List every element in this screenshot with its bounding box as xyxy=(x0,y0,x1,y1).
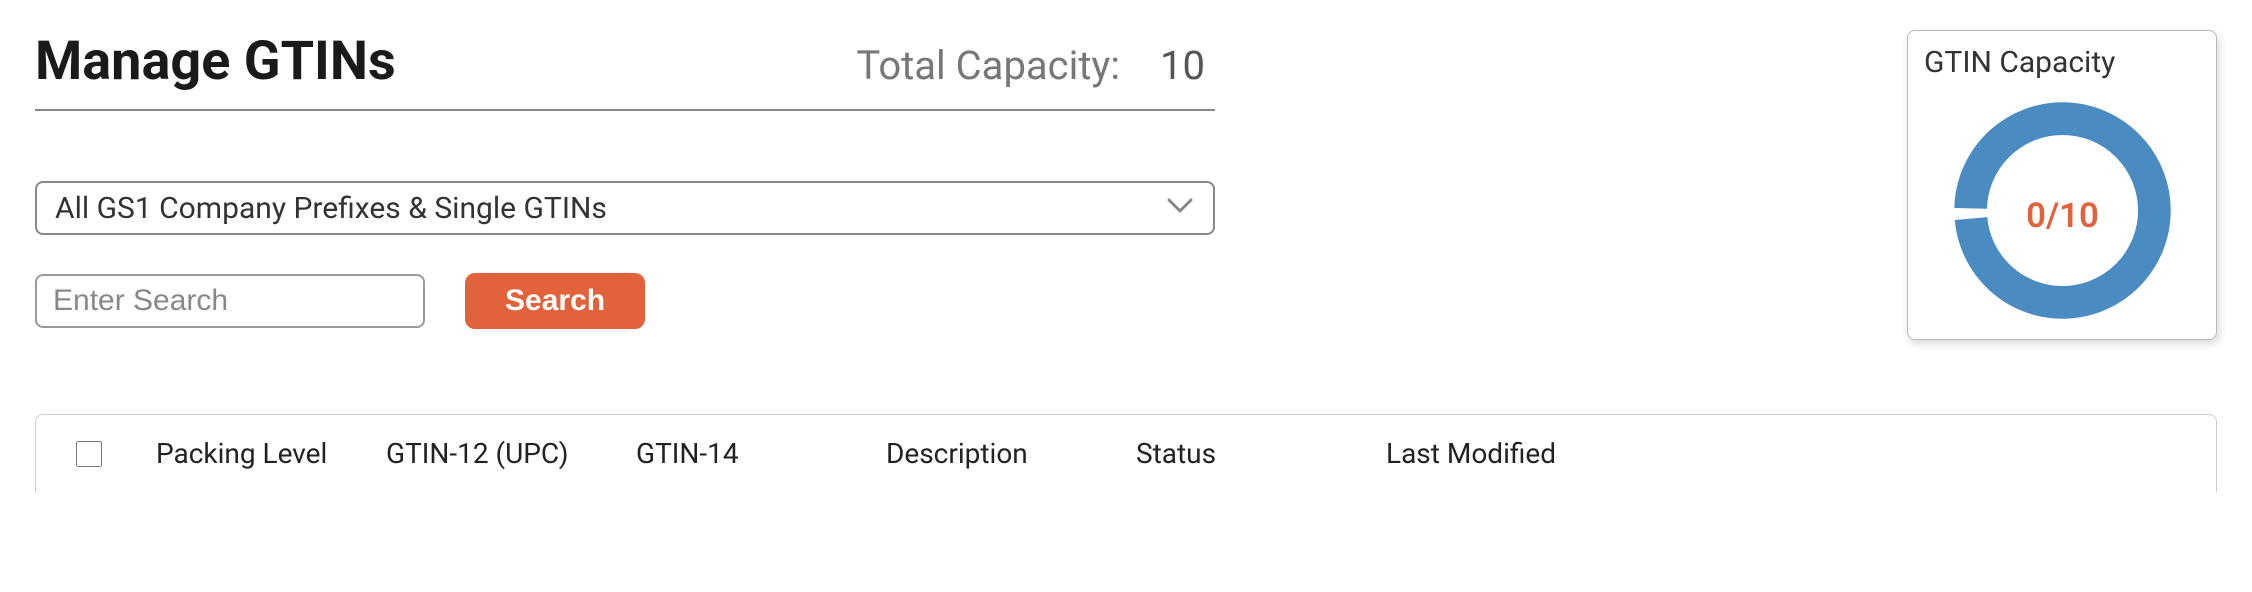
search-button[interactable]: Search xyxy=(465,273,645,329)
page-header: Manage GTINs Total Capacity: 10 xyxy=(35,30,1215,111)
total-capacity-value: 10 xyxy=(1160,42,1215,89)
prefix-select-label: All GS1 Company Prefixes & Single GTINs xyxy=(55,191,607,226)
column-gtin14: GTIN-14 xyxy=(636,437,886,470)
column-status: Status xyxy=(1136,437,1386,470)
search-input[interactable] xyxy=(35,274,425,328)
column-last-modified: Last Modified xyxy=(1386,437,1636,470)
table-header-row: Packing Level GTIN-12 (UPC) GTIN-14 Desc… xyxy=(36,437,2216,470)
prefix-select[interactable]: All GS1 Company Prefixes & Single GTINs xyxy=(35,181,1215,235)
select-all-checkbox[interactable] xyxy=(76,441,102,467)
capacity-donut-chart: 0/10 xyxy=(1940,88,2185,333)
gtin-table: Packing Level GTIN-12 (UPC) GTIN-14 Desc… xyxy=(35,414,2217,492)
page-title: Manage GTINs xyxy=(35,30,856,93)
capacity-donut-text: 0/10 xyxy=(2026,196,2099,236)
column-gtin12: GTIN-12 (UPC) xyxy=(386,437,636,470)
total-capacity-label: Total Capacity: xyxy=(856,42,1120,89)
column-packing-level: Packing Level xyxy=(156,437,386,470)
capacity-card-title: GTIN Capacity xyxy=(1924,45,2200,80)
gtin-capacity-card: GTIN Capacity 0/10 xyxy=(1907,30,2217,340)
column-description: Description xyxy=(886,437,1136,470)
